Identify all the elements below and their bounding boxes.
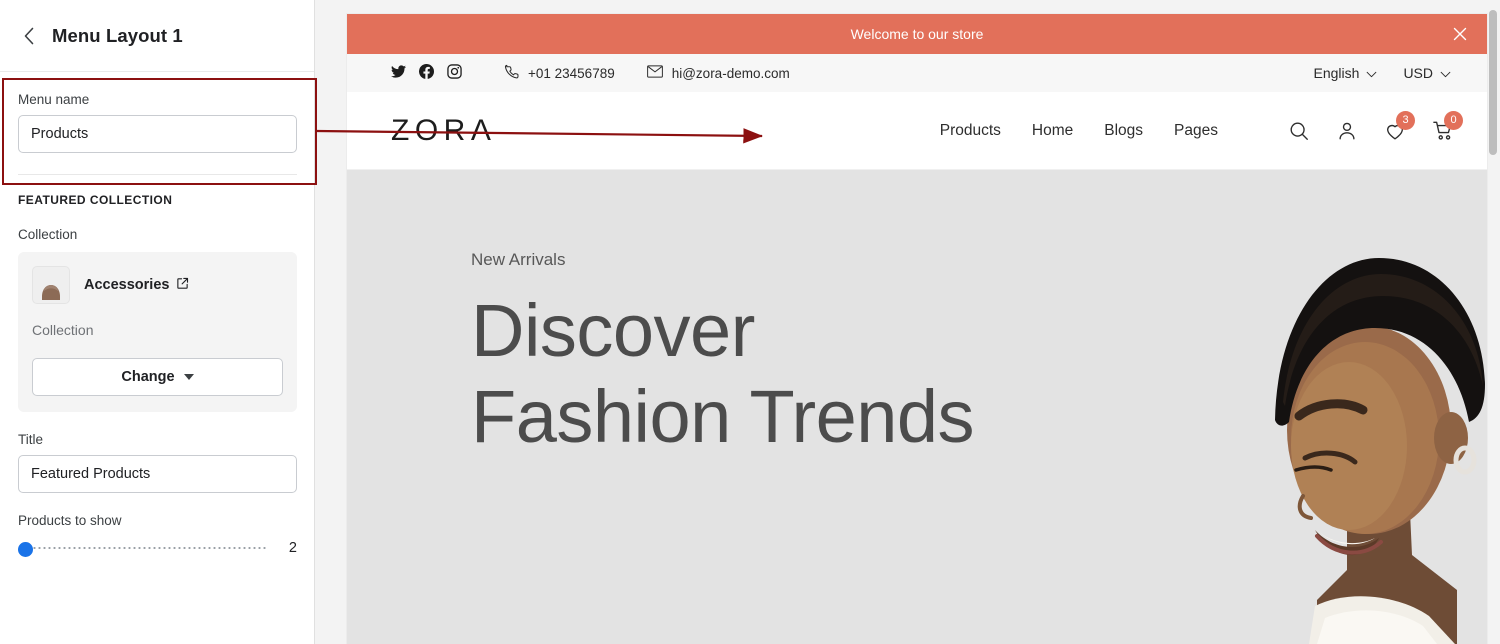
slider-value: 2 (288, 540, 297, 556)
collection-type: Collection (32, 322, 94, 338)
slider-thumb[interactable] (18, 542, 33, 557)
wishlist-icon[interactable]: 3 (1384, 110, 1415, 142)
collection-card: Accessories Collection Change (18, 252, 297, 412)
hero-text-block: New Arrivals Discover Fashion Trends (471, 250, 975, 460)
language-selector[interactable]: English (1314, 65, 1378, 81)
search-icon[interactable] (1288, 120, 1310, 142)
navbar-icons: 3 0 (1288, 110, 1463, 142)
chevron-down-icon (1366, 65, 1377, 81)
section-divider (18, 174, 297, 175)
collection-row: Accessories (32, 266, 283, 304)
storefront-preview: Welcome to our store +01 23456789 hi@zor… (347, 14, 1487, 644)
collection-thumbnail-icon (32, 266, 70, 304)
featured-collection-heading: FEATURED COLLECTION (18, 193, 173, 207)
twitter-icon[interactable] (391, 64, 406, 82)
slider-track[interactable] (18, 541, 267, 557)
page-title: Menu Layout 1 (52, 24, 183, 46)
title-input[interactable]: Featured Products (18, 455, 297, 493)
currency-selector[interactable]: USD (1403, 65, 1451, 81)
sidebar-header: Menu Layout 1 (0, 0, 314, 72)
chevron-left-icon[interactable] (18, 25, 40, 47)
facebook-icon[interactable] (419, 63, 434, 82)
phone-number: +01 23456789 (528, 65, 615, 81)
hero-title-line1: Discover (471, 289, 755, 372)
close-icon[interactable] (1451, 25, 1469, 43)
external-link-icon[interactable] (176, 277, 189, 294)
main-navbar: ZORA Products Home Blogs Pages 3 0 (347, 92, 1487, 170)
preview-pane: Welcome to our store +01 23456789 hi@zor… (315, 0, 1500, 644)
hero-eyebrow: New Arrivals (471, 250, 566, 269)
slider-ticks (32, 546, 267, 550)
cart-icon[interactable]: 0 (1432, 110, 1463, 142)
products-to-show-label: Products to show (18, 513, 122, 528)
change-button-label: Change (121, 369, 175, 385)
wishlist-count-badge: 3 (1396, 110, 1415, 130)
products-to-show-slider[interactable]: 2 (18, 540, 297, 557)
preview-scrollbar[interactable] (1489, 10, 1497, 155)
nav-links: Products Home Blogs Pages (940, 122, 1218, 140)
contact-info: +01 23456789 hi@zora-demo.com (504, 64, 790, 82)
instagram-icon[interactable] (447, 64, 462, 82)
promo-banner-text: Welcome to our store (850, 26, 984, 42)
nav-link-home[interactable]: Home (1032, 122, 1073, 140)
nav-link-blogs[interactable]: Blogs (1104, 122, 1143, 140)
collection-name-text: Accessories (84, 277, 170, 293)
store-logo[interactable]: ZORA (391, 114, 496, 148)
chevron-down-icon (1440, 65, 1451, 81)
social-links (391, 63, 462, 82)
email-contact[interactable]: hi@zora-demo.com (646, 65, 790, 81)
utility-topbar: +01 23456789 hi@zora-demo.com English US… (347, 54, 1487, 92)
sidebar-body: Menu name Products FEATURED COLLECTION C… (0, 92, 314, 557)
nav-link-products[interactable]: Products (940, 122, 1001, 140)
promo-banner: Welcome to our store (347, 14, 1487, 54)
hero-model-photo (1197, 170, 1487, 644)
envelope-icon (646, 65, 663, 81)
nav-link-pages[interactable]: Pages (1174, 122, 1218, 140)
menu-name-label: Menu name (18, 92, 90, 107)
phone-contact[interactable]: +01 23456789 (504, 64, 615, 82)
cart-count-badge: 0 (1444, 110, 1463, 130)
change-collection-button[interactable]: Change (32, 358, 283, 396)
topbar-selectors: English USD (1314, 65, 1451, 81)
phone-icon (504, 64, 519, 82)
language-value: English (1313, 65, 1360, 81)
settings-sidebar: Menu Layout 1 Menu name Products FEATURE… (0, 0, 317, 644)
title-label: Title (18, 432, 44, 447)
hero-title-line2: Fashion Trends (471, 375, 975, 458)
collection-name[interactable]: Accessories (84, 277, 189, 294)
currency-value: USD (1403, 65, 1433, 81)
email-address: hi@zora-demo.com (671, 65, 790, 81)
user-icon[interactable] (1336, 120, 1358, 142)
menu-name-input[interactable]: Products (18, 115, 297, 153)
caret-down-icon (183, 374, 194, 380)
collection-label: Collection (18, 227, 78, 242)
customizer-app: Menu Layout 1 Menu name Products FEATURE… (0, 0, 1500, 644)
hero-section: New Arrivals Discover Fashion Trends (347, 170, 1487, 644)
